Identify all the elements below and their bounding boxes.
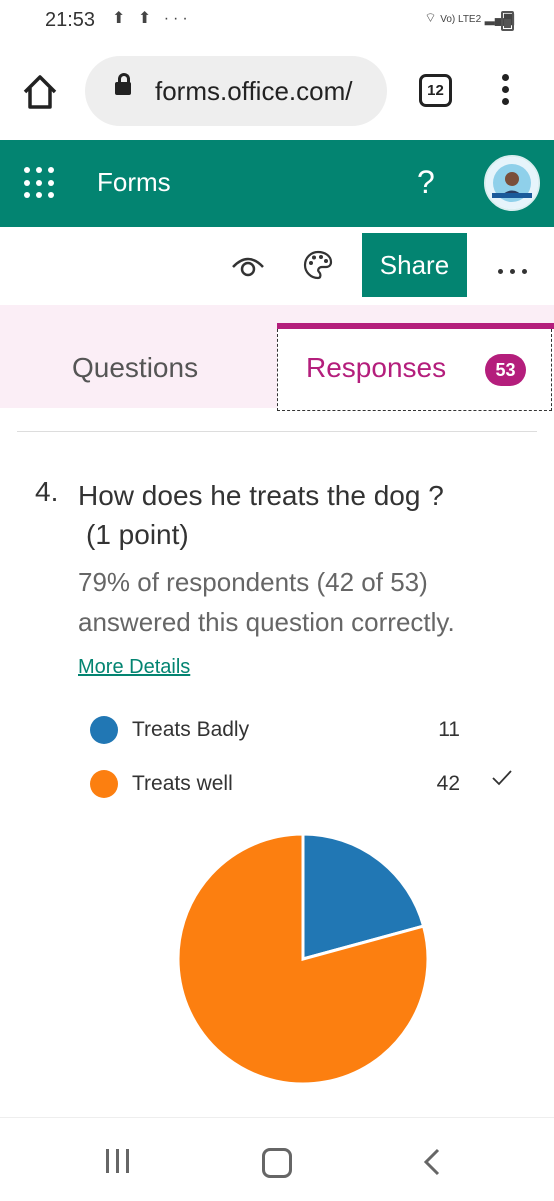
tab-questions[interactable]: Questions (0, 330, 277, 408)
correct-answer-summary: 79% of respondents (42 of 53) answered t… (78, 562, 528, 642)
tab-switcher-button[interactable]: 12 (419, 74, 452, 107)
wifi-icon: ⌔ (424, 10, 441, 25)
network-label: Vo) LTE2 (440, 14, 482, 25)
address-bar[interactable]: forms.office.com/ (85, 56, 387, 126)
question-number: 4. (35, 476, 59, 507)
legend-item-treats-well: Treats well 42 (90, 766, 520, 802)
legend-count: 42 (436, 772, 460, 795)
responses-count-badge: 53 (485, 354, 526, 386)
theme-palette-icon[interactable] (302, 249, 334, 281)
summary-line-1: 79% of respondents (42 of 53) (78, 567, 428, 597)
correct-answer-check-icon (492, 770, 512, 786)
back-button[interactable] (420, 1148, 444, 1176)
forms-header: Forms ? (0, 140, 554, 227)
status-time: 21:53 (45, 9, 96, 31)
share-button[interactable]: Share (362, 233, 467, 297)
form-toolbar: Share (0, 227, 554, 305)
legend-label: Treats well (132, 772, 233, 795)
tab-responses[interactable]: Responses 53 (277, 323, 554, 411)
legend-item-treats-badly: Treats Badly 11 (90, 712, 520, 748)
browser-menu-icon[interactable] (500, 74, 510, 108)
response-pie-chart (176, 832, 430, 1086)
system-navigation-bar (0, 1117, 554, 1201)
url-text[interactable]: forms.office.com/ (155, 76, 377, 107)
legend-count: 11 (438, 718, 460, 741)
home-icon[interactable] (20, 72, 60, 112)
view-tabs: Questions Responses 53 (0, 305, 554, 411)
legend-label: Treats Badly (132, 718, 250, 741)
app-launcher-icon[interactable] (24, 167, 56, 199)
recent-apps-button[interactable] (106, 1149, 136, 1173)
lock-icon (115, 73, 131, 95)
battery-icon (501, 11, 514, 31)
more-options-icon[interactable] (498, 261, 538, 274)
browser-bar: forms.office.com/ 12 (0, 42, 554, 140)
legend-color-dot (90, 770, 118, 798)
status-bar: 21:53 ⬆ ⬆ ··· ⌔ Vo) LTE2 ▂▄▆ (0, 0, 554, 42)
app-title[interactable]: Forms (97, 167, 171, 198)
tab-responses-label: Responses (306, 352, 447, 383)
question-points: (1 point) (86, 519, 189, 550)
question-text: How does he treats the dog ? (78, 480, 444, 511)
notification-icons: ⬆ ⬆ ··· (112, 10, 192, 27)
divider (17, 431, 537, 432)
more-details-link[interactable]: More Details (78, 656, 190, 679)
home-button[interactable] (262, 1148, 292, 1178)
tab-questions-label: Questions (72, 352, 199, 383)
tab-focus-outline: Responses 53 (277, 329, 552, 411)
summary-line-2: answered this question correctly. (78, 607, 455, 637)
preview-eye-icon[interactable] (230, 251, 266, 281)
question-title: How does he treats the dog ? (1 point) (78, 476, 518, 554)
avatar-image (486, 157, 538, 209)
legend-color-dot (90, 716, 118, 744)
avatar[interactable] (484, 155, 540, 211)
help-icon[interactable]: ? (417, 164, 435, 201)
